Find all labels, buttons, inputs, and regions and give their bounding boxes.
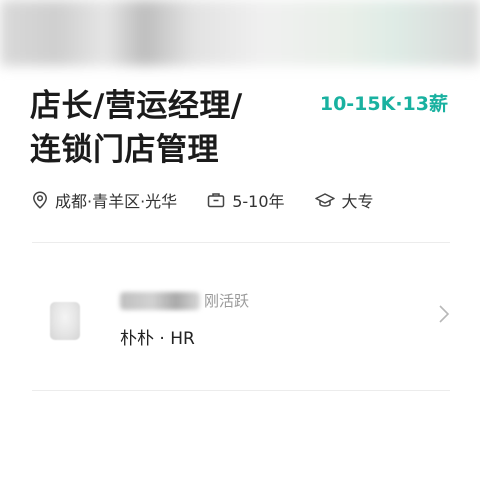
recruiter-name-row: 刚活跃 xyxy=(120,290,249,311)
active-status: 刚活跃 xyxy=(204,292,250,310)
chevron-right-icon[interactable] xyxy=(438,304,450,324)
recruiter-role: 朴朴 · HR xyxy=(120,329,195,349)
recruiter-card[interactable]: 刚活跃 朴朴 · HR xyxy=(32,282,450,362)
divider xyxy=(32,390,450,391)
recruiter-name-blurred xyxy=(120,291,200,310)
education-text: 大专 xyxy=(341,192,374,211)
job-meta-row: 成都·青羊区·光华 5-10年 大专 xyxy=(32,186,374,214)
avatar[interactable] xyxy=(50,302,80,340)
experience-text: 5-10年 xyxy=(232,192,285,211)
location-text: 成都·青羊区·光华 xyxy=(55,192,178,211)
salary-label: 10-15K·13薪 xyxy=(319,93,448,115)
location-item: 成都·青羊区·光华 xyxy=(32,188,177,212)
blurred-header xyxy=(0,0,480,66)
divider xyxy=(32,242,450,243)
job-title: 店长/营运经理/ 连锁门店管理 xyxy=(30,84,300,172)
job-title-line-2: 连锁门店管理 xyxy=(30,132,219,168)
experience-item: 5-10年 xyxy=(207,188,285,212)
education-item: 大专 xyxy=(314,188,374,212)
briefcase-icon xyxy=(207,193,225,208)
job-title-line-1: 店长/营运经理/ xyxy=(30,88,243,124)
graduation-cap-icon xyxy=(314,193,335,207)
location-pin-icon xyxy=(33,191,47,209)
